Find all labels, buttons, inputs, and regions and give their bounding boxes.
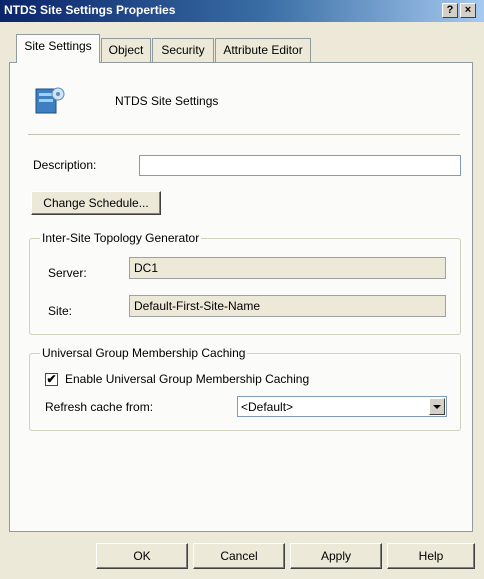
cancel-button[interactable]: Cancel <box>193 543 285 569</box>
site-label: Site: <box>48 304 73 318</box>
tab-panel: NTDS Site Settings Description: Change S… <box>9 62 473 532</box>
refresh-cache-label: Refresh cache from: <box>45 400 154 414</box>
tab-site-settings[interactable]: Site Settings <box>16 34 100 63</box>
close-title-button[interactable]: × <box>460 3 476 18</box>
ntds-site-settings-icon <box>34 85 66 115</box>
change-schedule-button[interactable]: Change Schedule... <box>31 191 161 215</box>
server-field[interactable]: DC1 <box>129 257 446 279</box>
tab-security[interactable]: Security <box>152 38 214 62</box>
ok-button[interactable]: OK <box>96 543 188 569</box>
tab-object[interactable]: Object <box>101 38 151 62</box>
properties-dialog: NTDS Site Settings Properties ? × Site S… <box>0 0 484 579</box>
title-bar[interactable]: NTDS Site Settings Properties ? × <box>0 0 484 22</box>
enable-ugmc-label[interactable]: Enable Universal Group Membership Cachin… <box>65 372 309 386</box>
object-name: NTDS Site Settings <box>115 94 219 108</box>
chevron-down-icon[interactable] <box>429 398 445 415</box>
istg-group <box>29 238 461 335</box>
istg-group-title: Inter-Site Topology Generator <box>40 231 202 245</box>
header-divider <box>28 134 460 135</box>
help-button[interactable]: Help <box>387 543 475 569</box>
ugmc-group-title: Universal Group Membership Caching <box>40 346 248 360</box>
refresh-cache-value: <Default> <box>241 400 294 414</box>
apply-button[interactable]: Apply <box>290 543 382 569</box>
enable-ugmc-checkbox[interactable]: ✔ <box>45 373 58 386</box>
description-label: Description: <box>33 158 97 172</box>
tab-attribute-editor[interactable]: Attribute Editor <box>215 38 311 62</box>
site-field[interactable]: Default-First-Site-Name <box>129 295 446 317</box>
description-input[interactable] <box>139 155 461 176</box>
window-title: NTDS Site Settings Properties <box>4 3 176 17</box>
help-title-button[interactable]: ? <box>442 3 458 18</box>
server-label: Server: <box>48 266 87 280</box>
ugmc-group <box>29 353 461 431</box>
refresh-cache-select[interactable]: <Default> <box>237 396 447 417</box>
